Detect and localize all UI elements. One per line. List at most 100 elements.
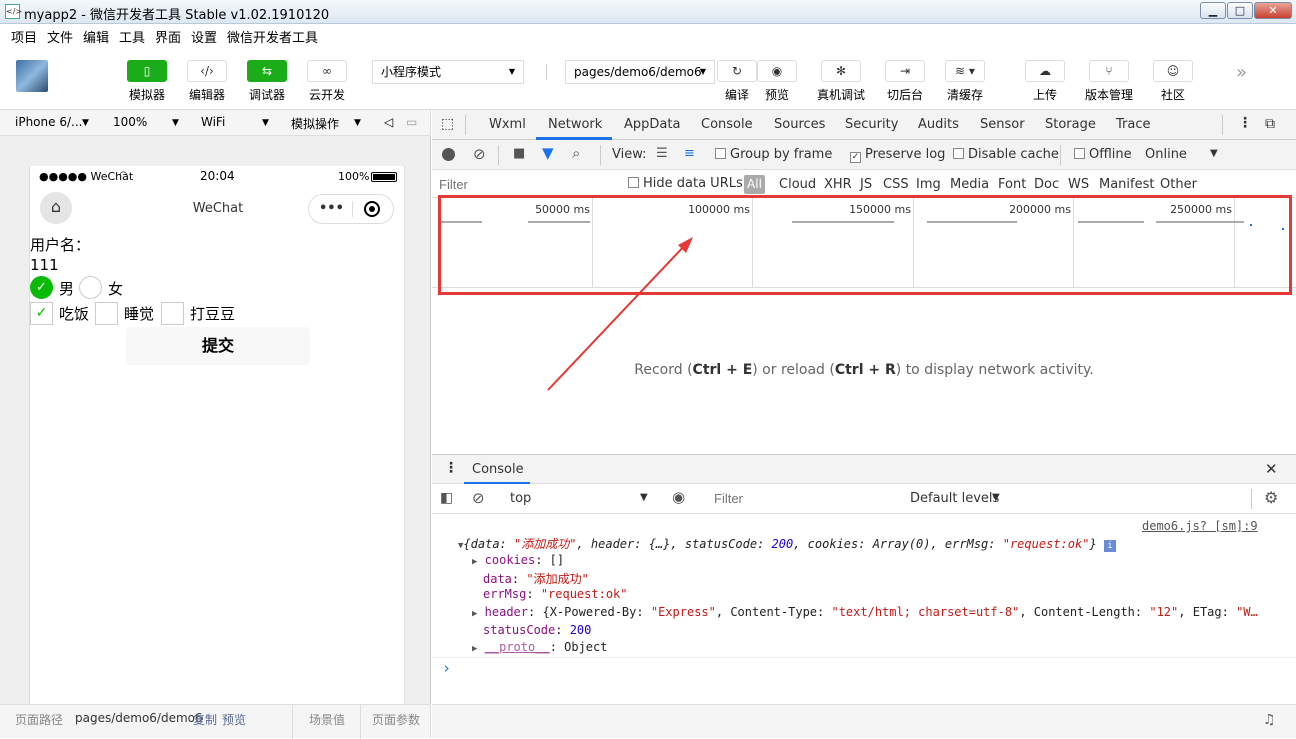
type-filter-other[interactable]: Other: [1160, 177, 1197, 192]
log-levels-select[interactable]: Default levels: [910, 491, 999, 506]
zoom-select[interactable]: 100%: [113, 115, 147, 129]
close-icon[interactable]: ✕: [1265, 460, 1278, 478]
more-icon[interactable]: »: [1236, 62, 1247, 83]
offline-checkbox[interactable]: Offline: [1074, 147, 1132, 162]
tab-storage[interactable]: Storage: [1045, 117, 1096, 132]
more-dots-icon[interactable]: •••: [319, 201, 344, 216]
tab-trace[interactable]: Trace: [1116, 117, 1151, 132]
disable-cache-checkbox[interactable]: Disable cache: [953, 147, 1059, 162]
list-view-icon[interactable]: ☰: [656, 146, 668, 161]
prop-cookies[interactable]: ▶ cookies: []: [472, 553, 564, 567]
type-filter-img[interactable]: Img: [916, 177, 941, 192]
waterfall-view-icon[interactable]: ≡: [684, 146, 695, 161]
network-filter-input[interactable]: [435, 174, 615, 194]
tab-wxml[interactable]: Wxml: [489, 117, 526, 132]
close-window-button[interactable]: ✕: [1254, 2, 1292, 19]
preview-link[interactable]: 预览: [222, 711, 246, 728]
debugger-toggle[interactable]: ⇆: [247, 60, 287, 82]
inspect-icon[interactable]: ⬚: [441, 116, 454, 132]
record-icon[interactable]: [442, 148, 455, 161]
submit-button[interactable]: 提交: [126, 327, 310, 365]
chevron-down-icon[interactable]: ▼: [1210, 148, 1218, 159]
log-summary[interactable]: ▼{data: "添加成功", header: {…}, statusCode:…: [458, 535, 1116, 552]
network-select[interactable]: WiFi: [201, 115, 225, 129]
upload-button[interactable]: ☁: [1025, 60, 1065, 82]
tab-audits[interactable]: Audits: [918, 117, 959, 132]
console-prompt[interactable]: ›: [442, 659, 451, 677]
sim-operation-select[interactable]: 模拟操作: [291, 115, 339, 132]
type-filter-doc[interactable]: Doc: [1034, 177, 1059, 192]
menu-edit[interactable]: 编辑: [83, 27, 109, 46]
context-select[interactable]: top ▼: [502, 489, 652, 509]
close-miniprogram-icon[interactable]: [364, 201, 380, 217]
tab-network[interactable]: Network: [548, 117, 602, 132]
maximize-button[interactable]: □: [1227, 2, 1253, 19]
group-by-frame-checkbox[interactable]: Group by frame: [715, 147, 832, 162]
radio-male-checked[interactable]: ✓: [30, 276, 53, 299]
tab-appdata[interactable]: AppData: [624, 117, 680, 132]
filter-icon[interactable]: ▼: [542, 144, 554, 162]
radio-female[interactable]: [79, 276, 102, 299]
gear-icon[interactable]: ⚙: [1264, 488, 1278, 507]
preserve-log-checkbox[interactable]: ✓ Preserve log: [850, 147, 945, 163]
info-icon[interactable]: i: [1103, 540, 1116, 552]
kebab-menu-icon[interactable]: ⋮: [1238, 115, 1252, 131]
menu-project[interactable]: 项目: [11, 27, 37, 46]
eye-icon[interactable]: ◉: [672, 488, 685, 506]
source-link[interactable]: demo6.js? [sm]:9: [1142, 519, 1258, 533]
console-drawer-tab[interactable]: Console: [472, 462, 524, 477]
simulator-toggle[interactable]: ▯: [127, 60, 167, 82]
background-button[interactable]: ⇥: [885, 60, 925, 82]
username-value[interactable]: 111: [30, 256, 59, 274]
copy-link[interactable]: 复制: [193, 711, 217, 728]
drawer-menu-icon[interactable]: ⋮: [444, 460, 458, 476]
menu-settings[interactable]: 设置: [191, 27, 217, 46]
page-params-button[interactable]: 页面参数: [372, 711, 420, 728]
type-filter-xhr[interactable]: XHR: [824, 177, 852, 192]
compile-button[interactable]: ↻: [717, 60, 757, 82]
type-filter-all[interactable]: All: [744, 175, 765, 194]
checkbox-sleep[interactable]: [95, 302, 118, 325]
prop-proto[interactable]: ▶ __proto__: Object: [472, 640, 607, 654]
throttle-select[interactable]: Online: [1145, 147, 1187, 162]
console-filter-input[interactable]: [710, 488, 900, 509]
sidebar-toggle-icon[interactable]: ◧: [440, 490, 453, 506]
mode-select[interactable]: 小程序模式 ▼: [372, 60, 524, 84]
type-filter-manifest[interactable]: Manifest: [1099, 177, 1154, 192]
menu-wechat-devtools[interactable]: 微信开发者工具: [227, 27, 318, 46]
page-select[interactable]: pages/demo6/demo6 ▼: [565, 60, 715, 84]
menu-tools[interactable]: 工具: [119, 27, 145, 46]
type-filter-font[interactable]: Font: [998, 177, 1026, 192]
checkbox-beans[interactable]: [161, 302, 184, 325]
real-debug-button[interactable]: ✻: [821, 60, 861, 82]
tab-sensor[interactable]: Sensor: [980, 117, 1025, 132]
preview-button[interactable]: ◉: [757, 60, 797, 82]
minimize-button[interactable]: ▁: [1200, 2, 1226, 19]
clear-icon[interactable]: ⊘: [473, 145, 486, 163]
menu-interface[interactable]: 界面: [155, 27, 181, 46]
version-button[interactable]: ⑂: [1089, 60, 1129, 82]
type-filter-css[interactable]: CSS: [883, 177, 909, 192]
window-icon[interactable]: ▭: [406, 115, 417, 129]
hide-data-urls-checkbox[interactable]: Hide data URLs: [628, 176, 743, 191]
type-filter-media[interactable]: Media: [950, 177, 989, 192]
clear-cache-button[interactable]: ≋ ▾: [945, 60, 985, 82]
editor-toggle[interactable]: ‹/›: [187, 60, 227, 82]
device-select[interactable]: iPhone 6/...: [15, 115, 82, 129]
type-filter-js[interactable]: JS: [860, 177, 872, 192]
community-button[interactable]: ☺: [1153, 60, 1193, 82]
search-icon[interactable]: ⌕: [572, 144, 580, 162]
type-filter-cloud[interactable]: Cloud: [779, 177, 816, 192]
type-filter-ws[interactable]: WS: [1068, 177, 1089, 192]
tab-security[interactable]: Security: [845, 117, 898, 132]
scene-value-button[interactable]: 场景值: [309, 711, 345, 728]
prop-header[interactable]: ▶ header: {X-Powered-By: "Express", Cont…: [472, 605, 1258, 619]
menu-file[interactable]: 文件: [47, 27, 73, 46]
tab-sources[interactable]: Sources: [774, 117, 825, 132]
bell-icon[interactable]: ♫: [1263, 712, 1276, 728]
cloud-button[interactable]: ∞: [307, 60, 347, 82]
camera-icon[interactable]: ■: [513, 146, 525, 161]
volume-icon[interactable]: ◁: [384, 115, 393, 129]
checkbox-eat-checked[interactable]: ✓: [30, 302, 53, 325]
dock-icon[interactable]: ⧉: [1265, 116, 1275, 132]
